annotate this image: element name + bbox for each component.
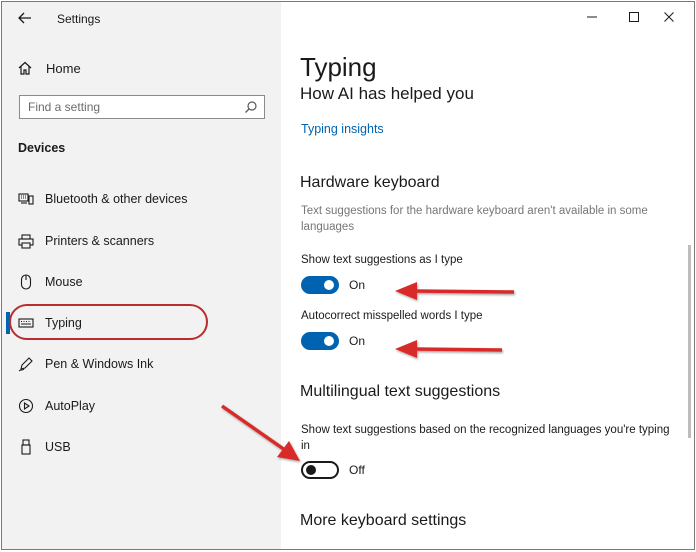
toggle-state-label: Off bbox=[349, 463, 365, 477]
back-button[interactable] bbox=[14, 8, 36, 28]
sidebar-item-label: Mouse bbox=[45, 275, 83, 289]
sidebar-item-label: Bluetooth & other devices bbox=[45, 192, 188, 206]
usb-icon bbox=[17, 438, 35, 456]
scrollbar-thumb[interactable] bbox=[688, 245, 691, 438]
sidebar-item-bluetooth[interactable]: Bluetooth & other devices bbox=[2, 186, 281, 212]
sidebar-item-label: USB bbox=[45, 440, 71, 454]
toggle-state-label: On bbox=[349, 278, 366, 292]
annotation-oval bbox=[9, 304, 208, 340]
search-icon bbox=[245, 101, 257, 113]
maximize-icon bbox=[629, 12, 639, 22]
text-suggestions-toggle[interactable] bbox=[301, 276, 339, 294]
toggle-knob bbox=[306, 465, 316, 475]
sidebar-item-autoplay[interactable]: AutoPlay bbox=[2, 393, 281, 419]
autocorrect-toggle[interactable] bbox=[301, 332, 339, 350]
autoplay-icon bbox=[17, 397, 35, 415]
page-title: Typing bbox=[300, 52, 377, 82]
close-button[interactable] bbox=[655, 6, 683, 28]
home-label: Home bbox=[46, 60, 81, 76]
bluetooth-devices-icon bbox=[17, 190, 35, 208]
hardware-keyboard-description: Text suggestions for the hardware keyboa… bbox=[301, 205, 648, 233]
home-icon bbox=[18, 61, 32, 75]
minimize-icon bbox=[587, 16, 597, 18]
sidebar-item-label: Printers & scanners bbox=[45, 234, 155, 248]
sidebar-item-printers[interactable]: Printers & scanners bbox=[2, 228, 281, 254]
sidebar-item-pen[interactable]: Pen & Windows Ink bbox=[2, 351, 281, 377]
toggle-state-label: On bbox=[349, 334, 366, 348]
sidebar-item-label: Pen & Windows Ink bbox=[45, 357, 154, 371]
minimize-button[interactable] bbox=[578, 6, 606, 28]
sidebar-item-mouse[interactable]: Mouse bbox=[2, 269, 281, 295]
section-label-devices: Devices bbox=[18, 141, 66, 155]
sidebar-item-label: AutoPlay bbox=[45, 399, 96, 413]
toggle-knob bbox=[324, 336, 334, 346]
hardware-keyboard-heading: Hardware keyboard bbox=[300, 174, 440, 191]
printer-icon bbox=[17, 232, 35, 250]
search-input[interactable] bbox=[20, 96, 246, 118]
sidebar: Settings Home Devices bbox=[2, 2, 281, 549]
mouse-icon bbox=[17, 273, 35, 291]
typing-insights-link[interactable]: Typing insights bbox=[301, 122, 384, 136]
close-icon bbox=[664, 12, 674, 22]
autocorrect-label: Autocorrect misspelled words I type bbox=[301, 310, 483, 322]
text-suggestions-label: Show text suggestions as I type bbox=[301, 254, 463, 266]
settings-window: Settings Home Devices bbox=[1, 1, 695, 550]
pen-icon bbox=[17, 355, 35, 373]
autocorrect-toggle-row: On bbox=[301, 332, 365, 350]
maximize-button[interactable] bbox=[620, 6, 648, 28]
multilingual-label: Show text suggestions based on the recog… bbox=[301, 424, 670, 452]
multilingual-heading: Multilingual text suggestions bbox=[300, 383, 501, 400]
sidebar-item-usb[interactable]: USB bbox=[2, 434, 281, 460]
more-keyboard-settings-heading: More keyboard settings bbox=[300, 512, 467, 529]
multilingual-toggle-row: Off bbox=[301, 461, 365, 479]
multilingual-toggle[interactable] bbox=[301, 461, 339, 479]
text-suggestions-toggle-row: On bbox=[301, 276, 365, 294]
app-title: Settings bbox=[57, 12, 101, 26]
back-arrow-icon bbox=[18, 12, 31, 24]
toggle-knob bbox=[324, 280, 334, 290]
search-box[interactable] bbox=[19, 95, 265, 119]
content-pane: Typing How AI has helped you Typing insi… bbox=[281, 2, 694, 549]
subheading: How AI has helped you bbox=[300, 84, 474, 103]
sidebar-item-home[interactable]: Home bbox=[17, 57, 81, 79]
